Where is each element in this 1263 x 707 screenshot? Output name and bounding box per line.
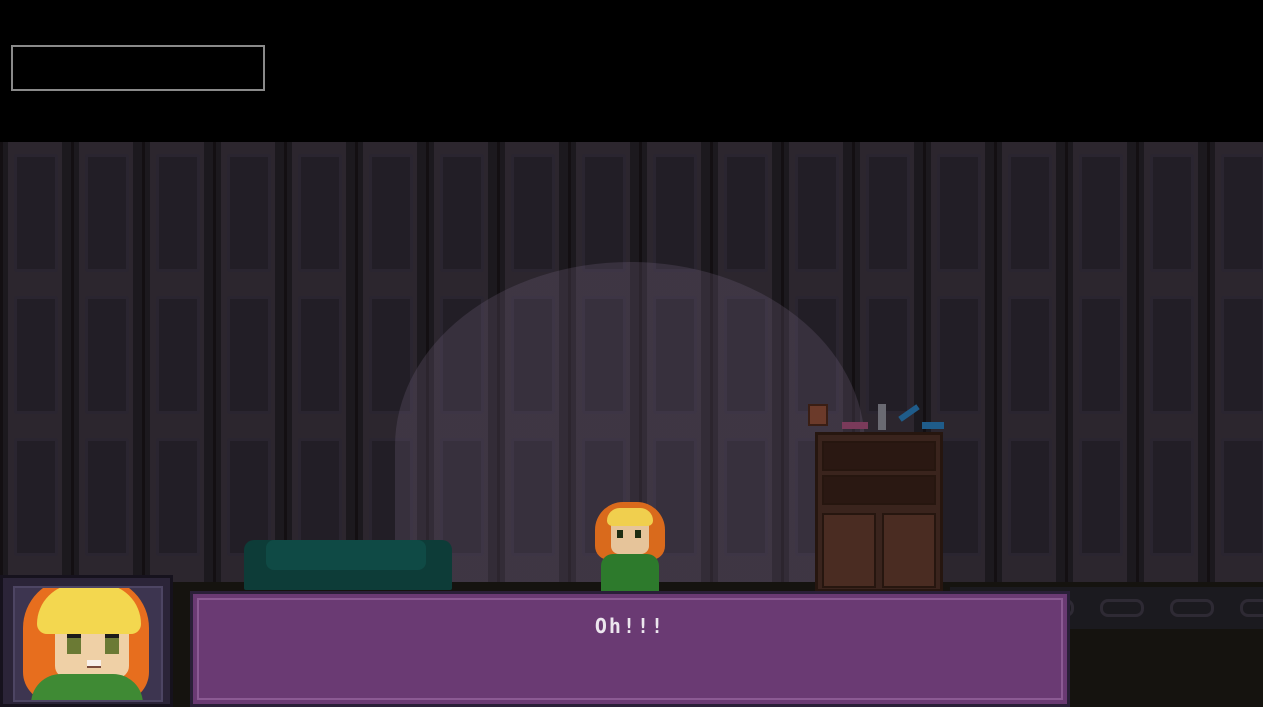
wall-panel (1221, 154, 1263, 272)
wall-panel (85, 438, 129, 556)
wall-panel (298, 296, 342, 414)
character-eye (635, 530, 641, 538)
wall-panel (1008, 154, 1052, 272)
wall-panel (14, 154, 58, 272)
mask-item[interactable] (808, 404, 828, 426)
cabinet-shelf (822, 441, 936, 471)
wall-panel (440, 154, 484, 272)
speaker-portrait (0, 575, 173, 707)
wall-panel (156, 438, 200, 556)
portrait-eye (67, 634, 81, 654)
wall-panel (85, 154, 129, 272)
cabinet-door-right[interactable] (882, 513, 936, 588)
book-item[interactable] (842, 422, 868, 429)
wall-panel (227, 154, 271, 272)
character-bangs (607, 508, 653, 526)
wall-panel (227, 438, 271, 556)
wall-panel (1079, 296, 1123, 414)
character-body (601, 554, 659, 592)
wall-panel (156, 296, 200, 414)
dialog-text: Oh!!! (594, 614, 666, 638)
wall-panel (1221, 296, 1263, 414)
wall-panel (1008, 296, 1052, 414)
sofa-backrest (266, 540, 426, 570)
player-character (595, 502, 665, 592)
portrait-bangs (37, 588, 141, 634)
top-letterbox (0, 0, 1263, 142)
wall-panel (298, 438, 342, 556)
wall-panel (653, 154, 697, 272)
wall-panel (156, 154, 200, 272)
wall-panel (1150, 438, 1194, 556)
portrait-body (31, 674, 143, 700)
character-eye (617, 530, 623, 538)
portrait-eye (105, 634, 119, 654)
cabinet-shelf (822, 475, 936, 505)
wall-panel (937, 438, 981, 556)
wall-panel (795, 154, 839, 272)
portrait-mouth (87, 660, 101, 668)
wall-panel (1150, 296, 1194, 414)
glasses-item[interactable] (922, 422, 944, 429)
wall-panel (511, 154, 555, 272)
wall-panel (937, 154, 981, 272)
wall-panel (227, 296, 271, 414)
wall-panel (369, 154, 413, 272)
wall-panel (1008, 438, 1052, 556)
cabinet[interactable] (815, 432, 943, 592)
wall-panel (14, 296, 58, 414)
dialog-box[interactable]: Oh!!! (190, 591, 1070, 707)
wall-panel (1221, 438, 1263, 556)
portrait-frame (13, 586, 163, 702)
wall-panel (937, 296, 981, 414)
baseboard-vent (1240, 599, 1263, 617)
wall-panel (866, 296, 910, 414)
wall-panel (724, 154, 768, 272)
cabinet-door-left[interactable] (822, 513, 876, 588)
wall-panel (14, 438, 58, 556)
wall-panel (1079, 438, 1123, 556)
bottle-item[interactable] (878, 404, 886, 430)
wall-panel (1079, 154, 1123, 272)
wall-panel (582, 154, 626, 272)
baseboard-vent (1170, 599, 1214, 617)
wall-panel (298, 154, 342, 272)
baseboard-vent (1100, 599, 1144, 617)
name-box (11, 45, 265, 91)
wall-panel (1150, 154, 1194, 272)
wall-panel (85, 296, 129, 414)
wall-panel (866, 154, 910, 272)
